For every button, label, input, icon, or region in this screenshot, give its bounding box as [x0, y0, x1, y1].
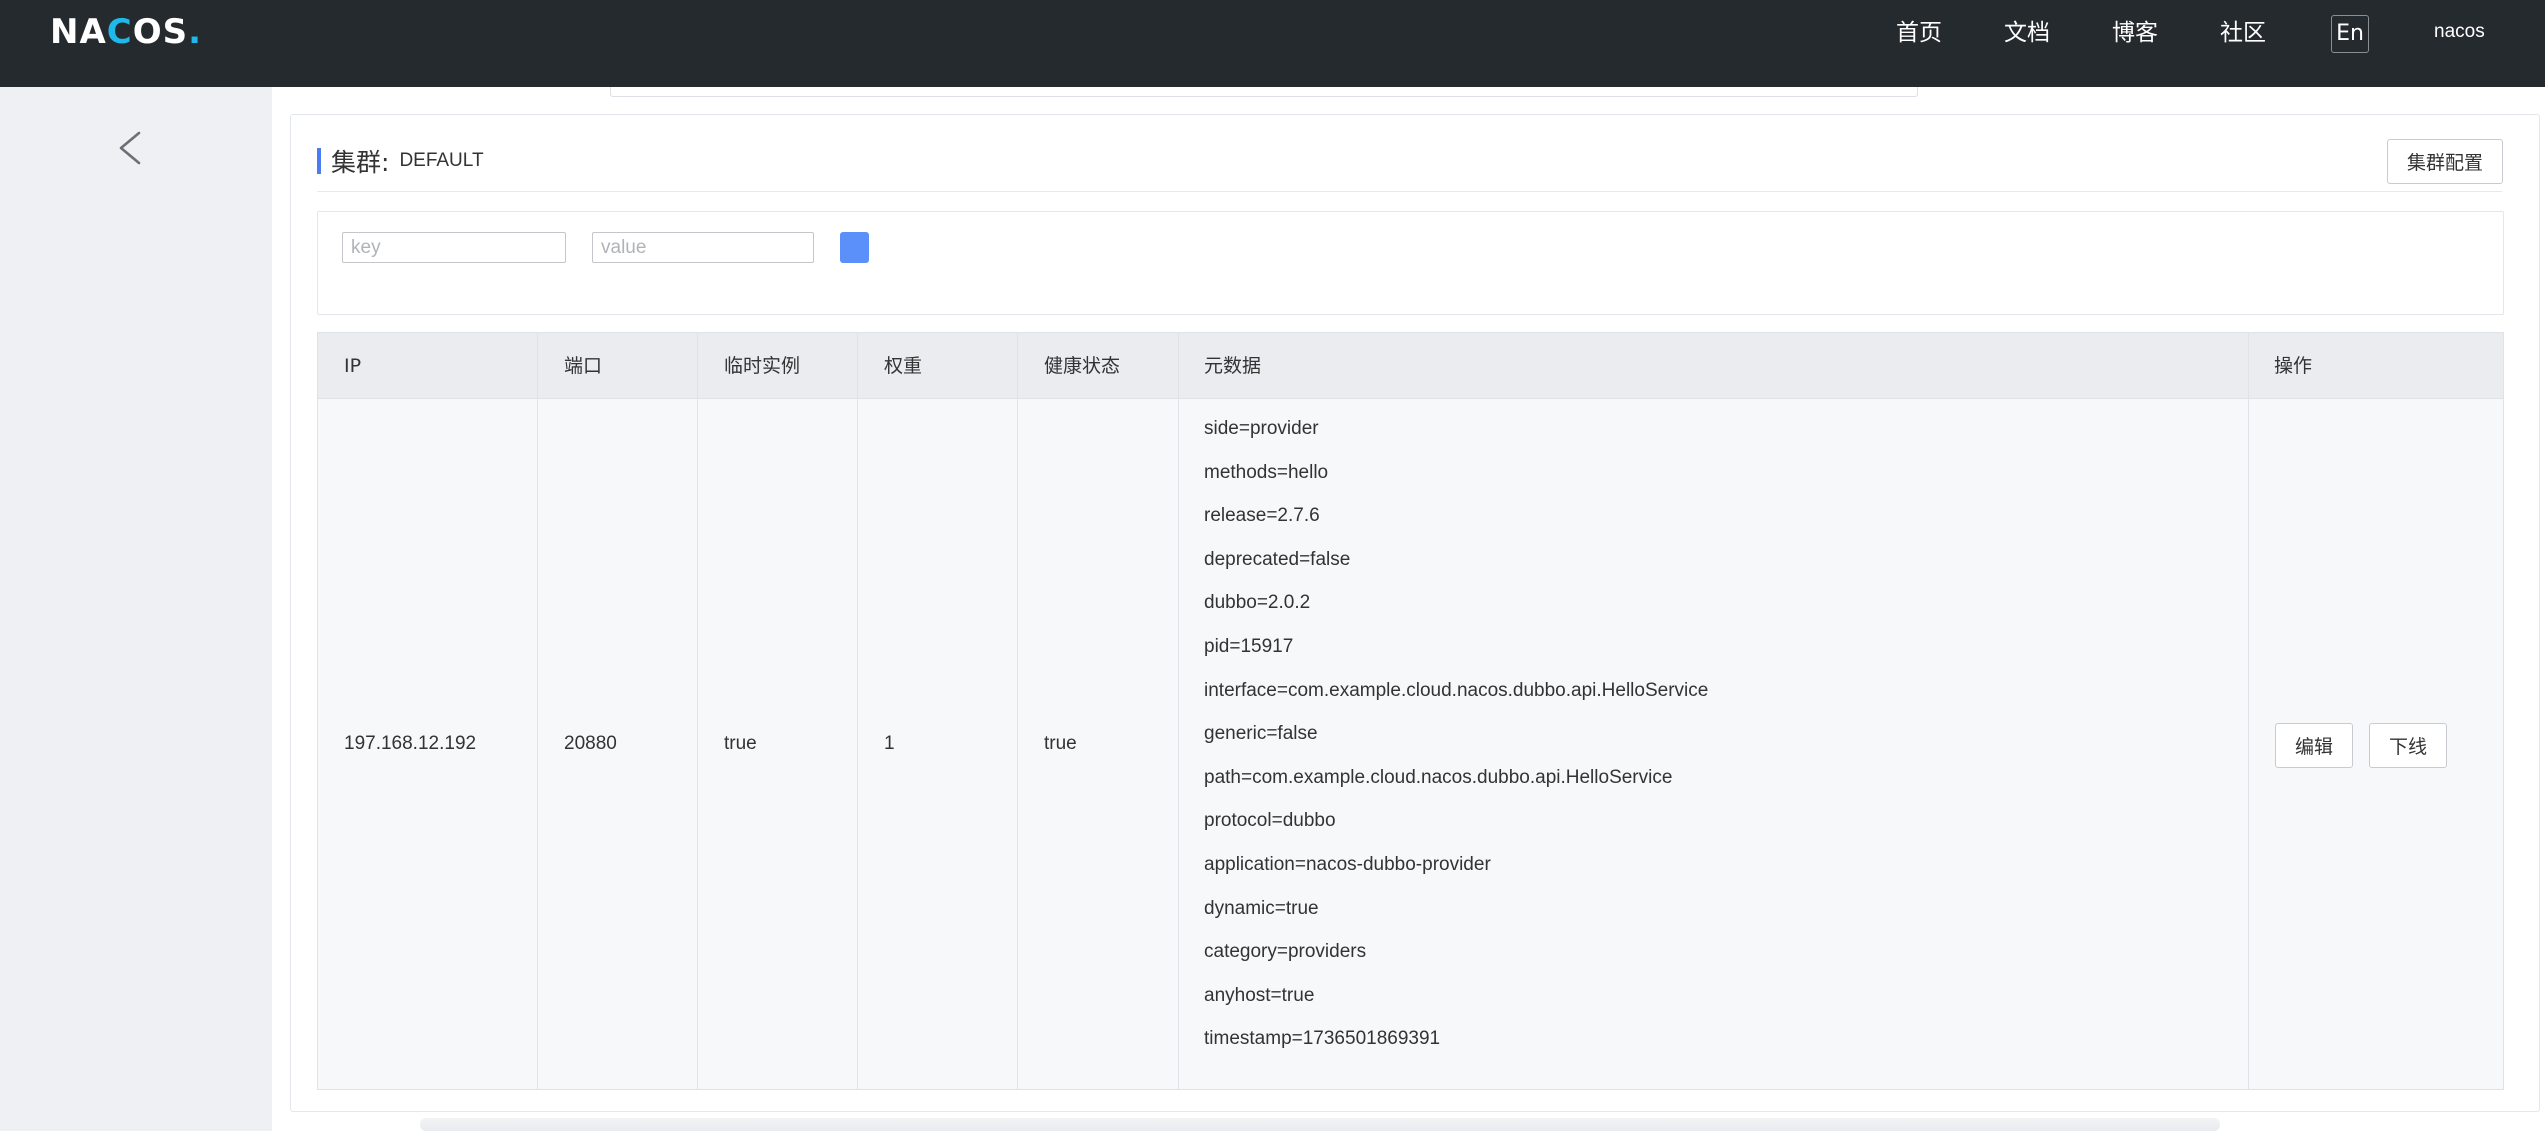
offline-button[interactable]: 下线 [2369, 723, 2447, 768]
nav-docs[interactable]: 文档 [2004, 18, 2050, 48]
filter-add-button[interactable] [840, 232, 869, 263]
logo-text-left: NA [50, 12, 107, 52]
logo-text-dot: . [188, 12, 203, 52]
column-divider [1017, 333, 1018, 1089]
table-header [318, 333, 2503, 399]
sidebar [0, 87, 272, 1131]
metadata-entry: category=providers [1204, 941, 1367, 963]
column-header-health: 健康状态 [1044, 355, 1121, 377]
card-bottom-shadow [420, 1118, 2220, 1131]
cluster-name: DEFAULT [399, 150, 484, 171]
column-header-port: 端口 [564, 355, 603, 377]
cluster-accent-bar [317, 148, 321, 174]
metadata-filter-panel [317, 211, 2504, 315]
metadata-entry: path=com.example.cloud.nacos.dubbo.api.H… [1204, 766, 1673, 788]
column-divider [697, 333, 698, 1089]
divider [317, 191, 2502, 192]
metadata-entry: timestamp=1736501869391 [1204, 1028, 1441, 1050]
metadata-entry: protocol=dubbo [1204, 810, 1336, 832]
metadata-entry: deprecated=false [1204, 548, 1351, 570]
metadata-entry: pid=15917 [1204, 635, 1294, 657]
nav-blog[interactable]: 博客 [2112, 18, 2158, 48]
top-navigation-bar: NA C OS. 首页 文档 博客 社区 En nacos [0, 0, 2545, 87]
cell-ephemeral: true [724, 733, 757, 754]
metadata-entry: generic=false [1204, 723, 1318, 745]
metadata-entry: dubbo=2.0.2 [1204, 592, 1311, 614]
edit-button[interactable]: 编辑 [2275, 723, 2353, 768]
metadata-entry: application=nacos-dubbo-provider [1204, 853, 1491, 875]
cluster-label: 集群: [331, 148, 390, 177]
column-divider [1178, 333, 1179, 1089]
column-divider [537, 333, 538, 1089]
collapsed-detail-panel-edge [610, 87, 1918, 97]
column-header-weight: 权重 [884, 355, 923, 377]
cell-weight: 1 [884, 733, 895, 754]
metadata-entry: anyhost=true [1204, 984, 1315, 1006]
column-header-actions: 操作 [2274, 355, 2313, 377]
user-name[interactable]: nacos [2434, 21, 2485, 43]
logo-text-right: OS [132, 12, 189, 52]
column-header-metadata: 元数据 [1204, 355, 1262, 377]
nacos-logo[interactable]: NA C OS. [50, 12, 203, 52]
column-header-ip: IP [344, 355, 362, 377]
filter-key-input[interactable] [342, 232, 566, 263]
column-divider [2248, 333, 2249, 1089]
cell-healthy: true [1044, 733, 1077, 754]
metadata-entry: interface=com.example.cloud.nacos.dubbo.… [1204, 679, 1709, 701]
filter-value-input[interactable] [592, 232, 814, 263]
metadata-entry: release=2.7.6 [1204, 505, 1320, 527]
cluster-config-button[interactable]: 集群配置 [2387, 139, 2503, 184]
cell-metadata: side=provider methods=hello release=2.7.… [1204, 417, 1708, 1071]
column-header-ephemeral: 临时实例 [724, 355, 801, 377]
metadata-entry: dynamic=true [1204, 897, 1319, 919]
logo-text-accent: C [106, 12, 133, 52]
nav-community[interactable]: 社区 [2220, 18, 2266, 48]
cell-ip: 197.168.12.192 [344, 733, 477, 754]
cluster-header: 集群: DEFAULT [317, 146, 484, 177]
metadata-entry: side=provider [1204, 418, 1319, 439]
metadata-entry: methods=hello [1204, 461, 1329, 483]
language-toggle-button[interactable]: En [2331, 15, 2369, 53]
nav-home[interactable]: 首页 [1896, 18, 1942, 48]
instance-table: IP 端口 临时实例 权重 健康状态 元数据 操作 197.168.12.192… [317, 332, 2504, 1090]
cell-port: 20880 [564, 733, 617, 754]
column-divider [857, 333, 858, 1089]
chevron-left-icon[interactable] [115, 130, 145, 166]
